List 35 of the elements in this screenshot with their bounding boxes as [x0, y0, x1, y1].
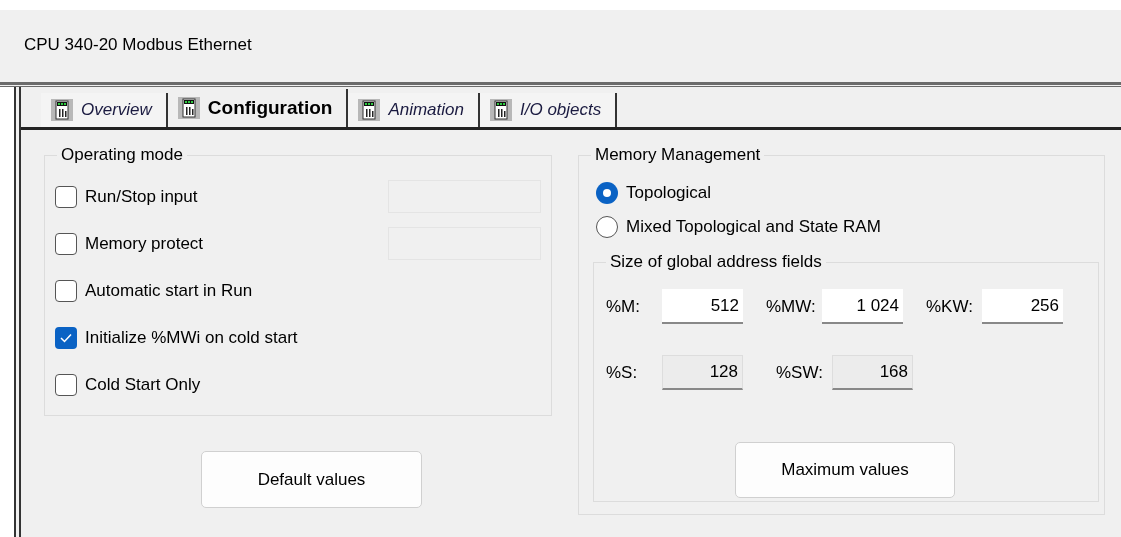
module-icon: [177, 97, 200, 119]
checkbox-label: Memory protect: [85, 232, 204, 255]
checkbox[interactable]: [55, 232, 77, 255]
checkbox-label: Run/Stop input: [85, 185, 198, 208]
maximum-values-button[interactable]: Maximum values: [735, 442, 955, 498]
tab[interactable]: Overview: [41, 93, 168, 127]
field-label: %S:: [606, 361, 639, 384]
field-label: %MW:: [766, 295, 817, 318]
checkbox[interactable]: [55, 326, 77, 349]
module-icon: [490, 99, 512, 121]
input-field[interactable]: 512: [662, 289, 743, 324]
checkbox[interactable]: [55, 185, 77, 208]
module-icon: [51, 99, 73, 121]
input-field: 168: [832, 355, 913, 390]
checkbox[interactable]: [55, 373, 77, 396]
tab[interactable]: I/O objects: [480, 93, 618, 127]
input-field[interactable]: 1 024: [822, 289, 903, 324]
input-field[interactable]: 256: [982, 289, 1063, 324]
checkbox-label: Automatic start in Run: [85, 279, 253, 302]
checkbox-label: Initialize %MWi on cold start: [85, 326, 298, 349]
radio-label: Topological: [626, 182, 712, 205]
checkmark-icon: [60, 332, 72, 343]
radio-button[interactable]: [596, 216, 618, 238]
window-title: CPU 340-20 Modbus Ethernet: [24, 35, 252, 54]
input-field: 128: [662, 355, 743, 390]
radio-button[interactable]: [596, 182, 618, 204]
checkbox-label: Cold Start Only: [85, 373, 201, 396]
field-label: %SW:: [776, 361, 824, 384]
field-label: %KW:: [926, 295, 974, 318]
default-values-button[interactable]: Default values: [201, 451, 422, 508]
radio-label: Mixed Topological and State RAM: [626, 216, 881, 239]
checkbox[interactable]: [55, 279, 77, 302]
module-icon: [358, 99, 381, 121]
tab[interactable]: Animation: [348, 93, 480, 127]
field-label: %M:: [606, 295, 641, 318]
